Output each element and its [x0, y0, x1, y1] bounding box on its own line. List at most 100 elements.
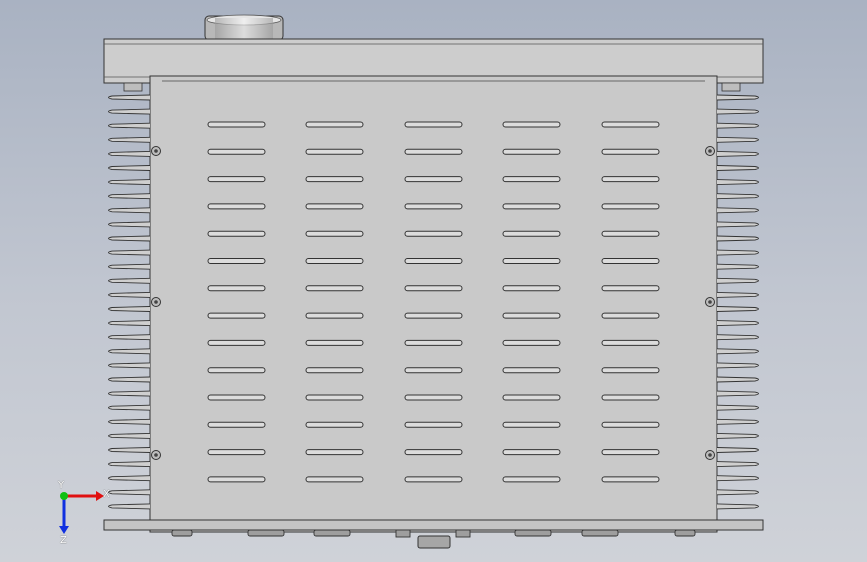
- heatsink-fin: [108, 334, 151, 341]
- vent-slot: [404, 394, 463, 401]
- vent-slot: [502, 148, 561, 155]
- heatsink-fin: [108, 489, 151, 496]
- vent-slot: [502, 203, 561, 210]
- vent-slot: [305, 230, 364, 237]
- vent-slot: [601, 148, 660, 155]
- z-axis-arrowhead: [59, 526, 69, 534]
- vent-slot: [305, 176, 364, 183]
- vent-slot: [502, 367, 561, 374]
- vent-slot: [502, 176, 561, 183]
- vent-slot: [305, 203, 364, 210]
- vent-slot: [502, 394, 561, 401]
- vent-slot: [502, 230, 561, 237]
- vent-slot: [305, 476, 364, 483]
- vent-slot: [404, 312, 463, 319]
- vent-slot: [305, 258, 364, 264]
- cad-viewport[interactable]: X Y Z: [0, 0, 867, 562]
- y-axis-dot: [60, 492, 68, 500]
- vent-slot: [207, 121, 266, 128]
- vent-slot: [207, 394, 266, 401]
- vent-slot: [305, 449, 364, 456]
- vent-slot: [404, 203, 463, 210]
- vent-slot: [404, 421, 463, 428]
- vent-slot: [502, 121, 561, 128]
- heatsink-fin: [108, 179, 151, 186]
- screw-center: [154, 453, 158, 457]
- heatsink-fin: [108, 291, 151, 298]
- heatsink-fin: [716, 221, 759, 228]
- vent-slot: [305, 285, 364, 292]
- heatsink-fin: [716, 207, 759, 214]
- vent-slot: [305, 121, 364, 128]
- heatsink-fin: [108, 249, 151, 256]
- heatsink-fins-right: [716, 94, 759, 510]
- screw-center: [708, 149, 712, 153]
- heatsink-fin: [108, 362, 151, 369]
- bottom-foot: [171, 529, 193, 537]
- heatsink-fin: [108, 320, 151, 327]
- vent-slot: [404, 121, 463, 128]
- vent-slot: [207, 230, 266, 237]
- vent-slot: [207, 312, 266, 319]
- screw-center: [708, 453, 712, 457]
- vent-slot: [207, 339, 266, 346]
- heatsink-fin: [108, 165, 151, 171]
- vent-slot: [502, 285, 561, 292]
- heatsink-fin: [716, 193, 759, 200]
- heatsink-fin: [108, 277, 151, 284]
- vent-slot: [404, 339, 463, 346]
- heatsink-fin: [716, 249, 759, 256]
- vent-slot: [207, 476, 266, 483]
- vent-slot: [207, 367, 266, 374]
- bottom-feet: [171, 529, 696, 549]
- coordinate-triad: [59, 491, 104, 534]
- vent-slot: [601, 367, 660, 374]
- vent-slot: [601, 421, 660, 428]
- z-axis-label: Z: [60, 535, 67, 546]
- heatsink-fin: [716, 94, 759, 101]
- heatsink-fin: [716, 432, 759, 439]
- vent-slot: [502, 339, 561, 346]
- vent-slot: [207, 148, 266, 155]
- heatsink-fin: [716, 108, 759, 115]
- heatsink-fin: [108, 418, 151, 425]
- vent-slot: [601, 285, 660, 292]
- vent-slot: [502, 476, 561, 483]
- heatsink-fin: [716, 150, 759, 157]
- heatsink-fin: [108, 306, 151, 312]
- heatsink-fin: [716, 179, 759, 186]
- vent-slot: [207, 449, 266, 456]
- vent-slot: [404, 476, 463, 483]
- heatsink-fin: [108, 263, 151, 270]
- vent-slot: [305, 394, 364, 401]
- vent-slot: [207, 421, 266, 428]
- vent-slot: [404, 367, 463, 374]
- bottom-base: [103, 519, 764, 531]
- heatsink-fin: [716, 277, 759, 284]
- vent-slot: [305, 367, 364, 374]
- heatsink-fin: [108, 503, 151, 510]
- heatsink-fin: [108, 193, 151, 200]
- heatsink-fin: [108, 108, 151, 115]
- vent-slot: [601, 176, 660, 183]
- lid-bracket-right: [721, 82, 741, 92]
- screw-center: [708, 300, 712, 304]
- heatsink-fin: [716, 390, 759, 397]
- bottom-foot: [674, 529, 696, 537]
- heatsink-fin: [716, 475, 759, 482]
- heatsink-fin: [716, 461, 759, 468]
- heatsink-fin: [716, 362, 759, 369]
- vent-slot: [207, 258, 266, 264]
- bottom-foot: [514, 529, 552, 537]
- heatsink-fin: [108, 150, 151, 157]
- vent-slot: [601, 203, 660, 210]
- heatsink-fin: [716, 136, 759, 143]
- y-axis-label: Y: [58, 480, 65, 491]
- heatsink-fin: [716, 334, 759, 341]
- screw-center: [154, 300, 158, 304]
- screw-center: [154, 149, 158, 153]
- heatsink-fin: [108, 376, 151, 383]
- vent-slot: [502, 258, 561, 264]
- bottom-foot: [313, 529, 351, 537]
- bottom-foot: [581, 529, 619, 537]
